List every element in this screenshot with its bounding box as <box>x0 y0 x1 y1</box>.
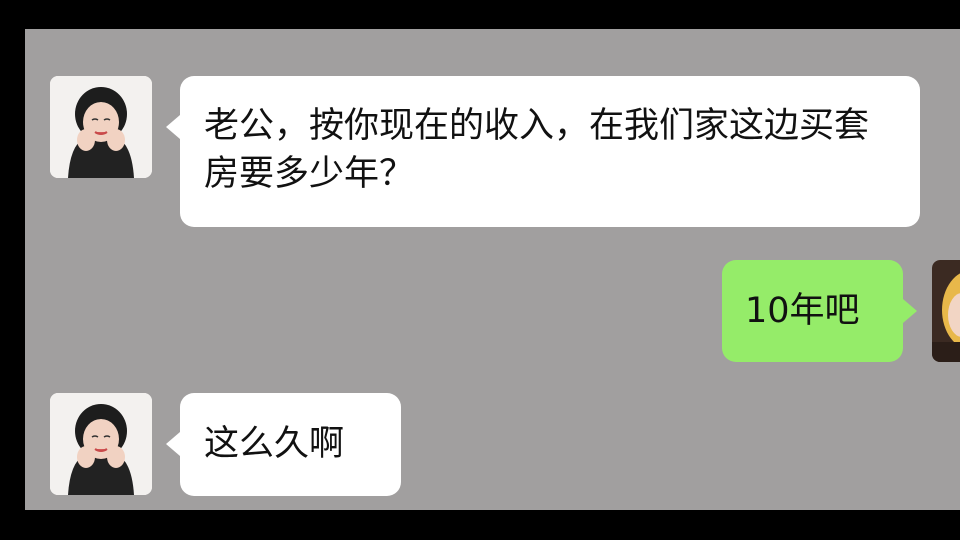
bubble-tail <box>903 299 917 323</box>
chat-window: 老公，按你现在的收入，在我们家这边买套房要多少年？ 10年吧 这么久啊 <box>25 29 960 510</box>
self-avatar[interactable] <box>932 260 960 362</box>
incoming-message-bubble[interactable]: 这么久啊 <box>180 393 401 496</box>
message-text: 这么久啊 <box>204 424 345 464</box>
bubble-tail <box>166 115 180 139</box>
message-text: 10年吧 <box>745 291 860 331</box>
girl-portrait-icon <box>50 76 152 178</box>
message-text: 老公，按你现在的收入，在我们家这边买套房要多少年？ <box>204 106 870 194</box>
contact-avatar[interactable] <box>50 76 152 178</box>
bubble-tail <box>166 432 180 456</box>
contact-avatar[interactable] <box>50 393 152 495</box>
girl-portrait-icon <box>50 393 152 495</box>
outgoing-message-bubble[interactable]: 10年吧 <box>722 260 903 362</box>
incoming-message-bubble[interactable]: 老公，按你现在的收入，在我们家这边买套房要多少年？ <box>180 76 920 227</box>
user-portrait-icon <box>932 260 960 362</box>
